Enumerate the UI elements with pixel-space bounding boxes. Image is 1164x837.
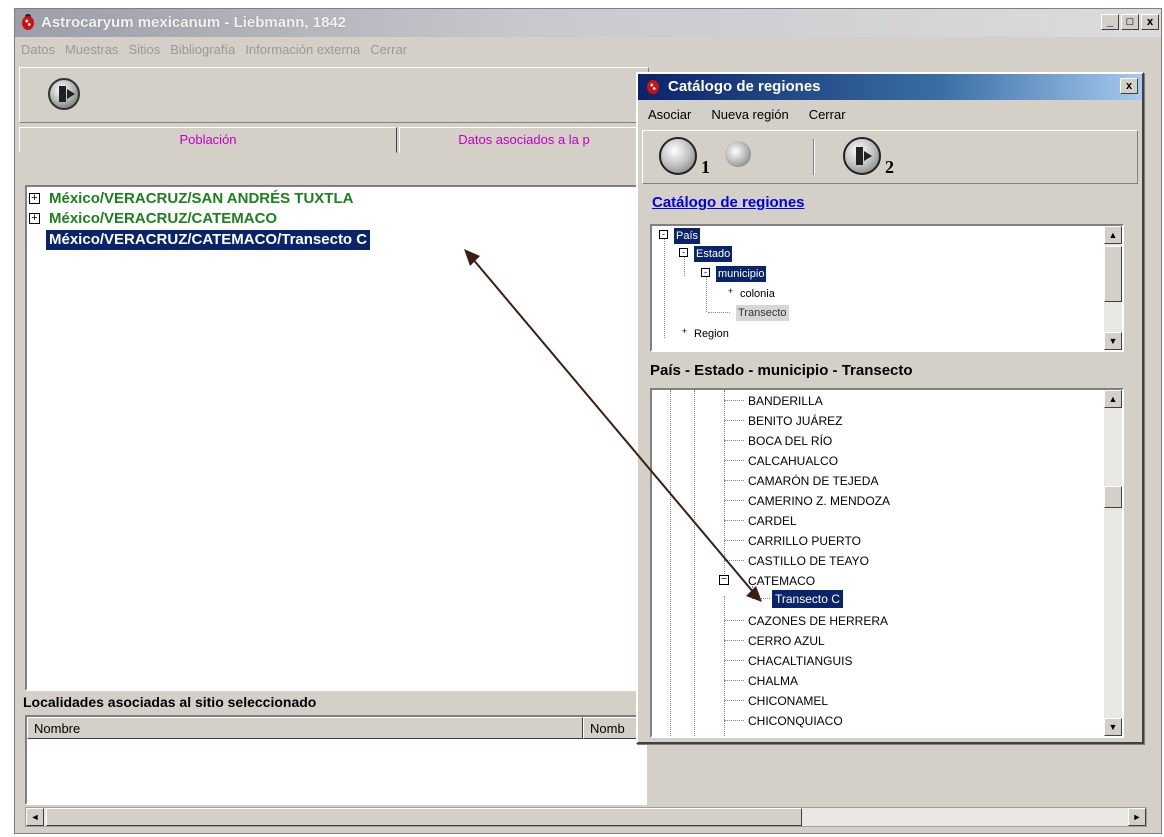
minimize-button[interactable]: _ xyxy=(1101,14,1119,30)
municipio-item[interactable]: CASTILLO DE TEAYO xyxy=(748,552,869,570)
globe-icon[interactable] xyxy=(725,141,751,167)
region-tool-icon[interactable] xyxy=(659,137,697,175)
municipio-item[interactable]: CHALMA xyxy=(748,672,798,690)
menu-sitios[interactable]: Sitios xyxy=(128,39,160,61)
menu-informacion-externa[interactable]: Información externa xyxy=(245,39,360,61)
dialog-menu-bar: Asociar Nueva región Cerrar xyxy=(648,104,846,126)
callout-number-2: 2 xyxy=(885,157,894,177)
menu-bar: Datos Muestras Sitios Bibliografía Infor… xyxy=(15,39,1161,61)
dialog-toolbar: 1 2 xyxy=(642,130,1138,184)
dialog-bug-icon xyxy=(644,78,662,96)
municipio-item[interactable]: CARRILLO PUERTO xyxy=(748,532,861,550)
hierarchy-path-label: País - Estado - municipio - Transecto xyxy=(650,362,913,379)
catalog-dialog: Catálogo de regiones x Asociar Nueva reg… xyxy=(636,72,1144,744)
expand-icon[interactable]: + xyxy=(680,327,689,337)
menu-bibliografia[interactable]: Bibliografía xyxy=(170,39,235,61)
site-tree: + México/VERACRUZ/SAN ANDRÉS TUXTLA + Mé… xyxy=(25,185,647,691)
collapse-icon[interactable]: - xyxy=(701,268,710,277)
hierarchy-node-region[interactable]: Region xyxy=(692,326,731,342)
municipio-item[interactable]: CHICONAMEL xyxy=(748,692,828,710)
tree-row-label: México/VERACRUZ/SAN ANDRÉS TUXTLA xyxy=(49,190,354,207)
menu-datos[interactable]: Datos xyxy=(21,39,55,61)
scroll-up-icon[interactable]: ▲ xyxy=(1104,390,1122,408)
close-button[interactable]: x xyxy=(1141,14,1159,30)
toolbar-separator xyxy=(813,139,815,175)
scroll-up-icon[interactable]: ▲ xyxy=(1104,226,1122,244)
scroll-right-icon[interactable]: ► xyxy=(1128,808,1146,826)
municipio-item[interactable]: CAMARÓN DE TEJEDA xyxy=(748,472,878,490)
municipio-item[interactable]: CHACALTIANGUIS xyxy=(748,652,852,670)
main-toolbar xyxy=(19,67,649,123)
hierarchy-tree: - País - Estado - municipio + colonia Tr… xyxy=(650,224,1124,352)
catalog-link[interactable]: Catálogo de regiones xyxy=(652,194,805,211)
hierarchy-node-estado[interactable]: Estado xyxy=(694,246,733,262)
hierarchy-node-municipio[interactable]: municipio xyxy=(716,266,767,282)
tree-row-label: México/VERACRUZ/CATEMACO xyxy=(49,210,278,227)
municipio-item[interactable]: BOCA DEL RÍO xyxy=(748,432,832,450)
expand-icon[interactable]: + xyxy=(29,193,40,204)
municipio-item[interactable]: CAZONES DE HERRERA xyxy=(748,612,888,630)
menu-nueva-region[interactable]: Nueva región xyxy=(711,104,788,126)
dialog-title-bar: Catálogo de regiones x xyxy=(638,74,1142,100)
municipio-item[interactable]: CHICONQUIACO xyxy=(748,712,843,730)
column-header-nombre[interactable]: Nombre xyxy=(27,717,583,739)
municipio-item-catemaco[interactable]: CATEMACO xyxy=(748,572,815,590)
scroll-thumb[interactable] xyxy=(46,808,802,826)
municipio-item[interactable]: CERRO AZUL xyxy=(748,632,825,650)
hierarchy-node-pais[interactable]: País xyxy=(674,228,701,244)
scroll-down-icon[interactable]: ▼ xyxy=(1104,332,1122,350)
municipio-item[interactable]: BANDERILLA xyxy=(748,392,823,410)
scroll-down-icon[interactable]: ▼ xyxy=(1104,718,1122,736)
scroll-thumb[interactable] xyxy=(1104,246,1122,302)
localidades-list: Nombre Nomb xyxy=(25,715,647,805)
municipio-item[interactable]: CARDEL xyxy=(748,512,797,530)
menu-cerrar[interactable]: Cerrar xyxy=(370,39,407,61)
collapse-icon[interactable]: − xyxy=(719,575,729,585)
app-bug-icon xyxy=(19,14,37,32)
hierarchy-scrollbar[interactable]: ▲ ▼ xyxy=(1104,226,1122,350)
expand-icon[interactable]: + xyxy=(726,287,735,297)
menu-muestras[interactable]: Muestras xyxy=(65,39,118,61)
municipio-item[interactable]: BENITO JUÁREZ xyxy=(748,412,842,430)
callout-number-1: 1 xyxy=(701,157,710,177)
exit-door-icon[interactable] xyxy=(843,137,881,175)
scroll-left-icon[interactable]: ◄ xyxy=(26,808,44,826)
tab-poblacion[interactable]: Población xyxy=(19,127,397,153)
collapse-icon[interactable]: - xyxy=(679,248,688,257)
tree-row-label: México/VERACRUZ/CATEMACO/Transecto C xyxy=(46,230,371,250)
municipio-item[interactable]: CALCAHUALCO xyxy=(748,452,838,470)
menu-cerrar-dialog[interactable]: Cerrar xyxy=(809,104,846,126)
expand-icon[interactable]: + xyxy=(29,213,40,224)
dialog-close-button[interactable]: x xyxy=(1120,78,1138,94)
collapse-icon[interactable]: - xyxy=(659,230,668,239)
title-bar: Astrocaryum mexicanum - Liebmann, 1842 _… xyxy=(15,9,1161,37)
hierarchy-node-colonia[interactable]: colonia xyxy=(738,286,777,302)
tab-datos-asociados[interactable]: Datos asociados a la p xyxy=(399,127,649,153)
hierarchy-node-transecto[interactable]: Transecto xyxy=(736,305,789,321)
municipio-scrollbar[interactable]: ▲ ▼ xyxy=(1104,390,1122,736)
municipio-item[interactable]: CAMERINO Z. MENDOZA xyxy=(748,492,890,510)
window-title: Astrocaryum mexicanum - Liebmann, 1842 xyxy=(41,14,347,31)
maximize-button[interactable]: □ xyxy=(1121,14,1139,30)
scroll-thumb[interactable] xyxy=(1104,486,1122,508)
menu-asociar[interactable]: Asociar xyxy=(648,104,691,126)
localidades-label: Localidades asociadas al sitio seleccion… xyxy=(23,694,317,710)
municipio-tree: BANDERILLA BENITO JUÁREZ BOCA DEL RÍO CA… xyxy=(650,388,1124,738)
transecto-c-node[interactable]: Transecto C xyxy=(772,590,843,608)
horizontal-scrollbar[interactable]: ◄ ► xyxy=(25,807,1147,827)
exit-door-icon[interactable] xyxy=(48,78,80,110)
dialog-title: Catálogo de regiones xyxy=(668,78,821,95)
